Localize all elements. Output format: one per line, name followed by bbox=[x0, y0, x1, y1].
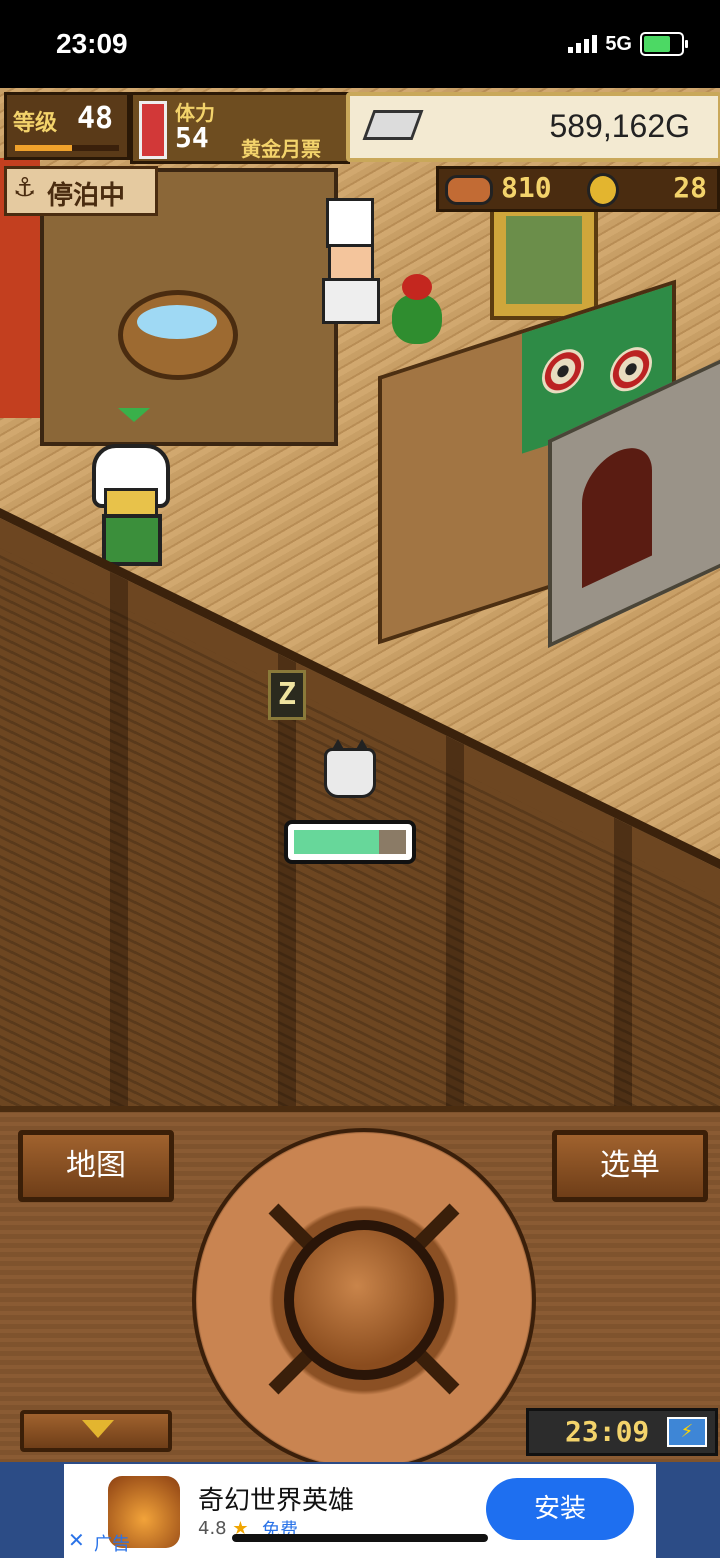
status-icons: 5G bbox=[568, 32, 688, 56]
painting-icon bbox=[490, 200, 598, 320]
medal-icon bbox=[587, 173, 619, 207]
stamina-value: 54 bbox=[175, 121, 209, 154]
game-clock: 23:09 ⚡ bbox=[526, 1408, 718, 1456]
stamina-panel: 体力 54 黄金月票 bbox=[130, 92, 350, 164]
medal-value: 28 bbox=[673, 171, 707, 204]
network-type: 5G bbox=[605, 32, 632, 55]
directional-pad[interactable] bbox=[192, 1128, 536, 1472]
crew-character[interactable] bbox=[84, 440, 170, 568]
silver-bar-icon bbox=[362, 110, 424, 140]
battery-charging-icon bbox=[640, 32, 688, 56]
game-scene[interactable]: Z 等级 48 体力 54 黄金月票 589,162G ⚓ 停泊中 810 28 bbox=[0, 88, 720, 1106]
collapse-button[interactable] bbox=[20, 1410, 172, 1452]
close-icon[interactable]: ✕ bbox=[68, 1528, 85, 1552]
sleep-indicator: Z bbox=[268, 670, 306, 720]
ad-label: 广告 bbox=[94, 1534, 130, 1555]
control-panel: 地图 选单 23:09 ⚡ bbox=[0, 1106, 720, 1472]
map-button[interactable]: 地图 bbox=[18, 1130, 174, 1202]
battery-bolt-icon: ⚡ bbox=[667, 1417, 707, 1447]
gold-panel: 589,162G bbox=[346, 92, 720, 162]
dartboard-icon bbox=[542, 343, 584, 400]
signal-icon bbox=[568, 35, 598, 53]
golden-ticket-label: 黄金月票 bbox=[241, 137, 321, 161]
task-progress-fill bbox=[294, 830, 380, 854]
chef-character[interactable] bbox=[318, 198, 380, 328]
stamina-gauge bbox=[139, 101, 167, 159]
status-bar: 23:09 5G bbox=[0, 0, 720, 88]
dpad-center-button[interactable] bbox=[284, 1220, 444, 1380]
meat-icon bbox=[445, 175, 493, 205]
ad-app-title[interactable]: 奇幻世界英雄 bbox=[198, 1480, 354, 1517]
bathtub-icon bbox=[118, 290, 238, 380]
flower-pot-icon bbox=[392, 274, 442, 344]
task-progress-bar bbox=[284, 820, 416, 864]
home-indicator[interactable] bbox=[232, 1534, 488, 1542]
level-panel: 等级 48 bbox=[4, 92, 130, 160]
anchor-icon: ⚓ bbox=[13, 173, 37, 203]
menu-button[interactable]: 选单 bbox=[552, 1130, 708, 1202]
dartboard-icon bbox=[610, 341, 652, 398]
level-value: 48 bbox=[77, 101, 114, 136]
resources-panel: 810 28 bbox=[436, 166, 720, 212]
food-value: 810 bbox=[501, 171, 552, 204]
experience-bar bbox=[15, 145, 119, 151]
docked-status[interactable]: ⚓ 停泊中 bbox=[4, 166, 158, 216]
ad-banner[interactable]: 奇幻世界英雄 4.8 ★ 免费 安装 ✕ 广告 bbox=[64, 1464, 656, 1558]
install-button[interactable]: 安装 bbox=[486, 1478, 634, 1540]
cat-character[interactable] bbox=[324, 739, 376, 798]
ad-rating-value: 4.8 bbox=[198, 1518, 227, 1539]
game-clock-time: 23:09 bbox=[565, 1415, 650, 1448]
level-label: 等级 bbox=[13, 111, 58, 136]
location-marker-icon bbox=[118, 408, 150, 422]
docked-label: 停泊中 bbox=[47, 181, 126, 211]
gold-value: 589,162G bbox=[549, 108, 690, 144]
status-time: 23:09 bbox=[56, 28, 128, 59]
chevron-down-icon bbox=[82, 1420, 114, 1438]
